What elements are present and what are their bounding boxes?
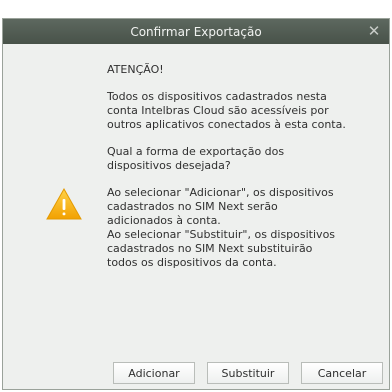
info-line: adicionados à conta. [107,214,221,227]
export-confirm-dialog: Confirmar Exportação ✕ ATENÇÃO! Todos os… [2,18,390,390]
info-line: Ao selecionar "Substituir", os dispositi… [107,228,336,241]
warning-icon [46,188,82,220]
info-line: cadastrados no SIM Next substituirão [107,242,313,255]
dialog-buttons: Adicionar Substituir Cancelar [113,362,383,386]
info-line: cadastrados no SIM Next serão [107,200,278,213]
message-line: outros aplicativos conectados à esta con… [107,118,346,131]
info-line: Ao selecionar "Adicionar", os dispositiv… [107,186,334,199]
dialog-title: Confirmar Exportação [130,24,262,39]
question-line: Qual a forma de exportação dos [107,145,285,158]
question-line: dispositivos desejada? [107,159,231,172]
message-heading: ATENÇÃO! [107,63,164,76]
close-icon[interactable]: ✕ [365,22,383,40]
dialog-message: ATENÇÃO! Todos os dispositivos cadastrad… [107,63,379,270]
cancel-button[interactable]: Cancelar [301,362,383,384]
replace-button[interactable]: Substituir [207,362,289,384]
add-button[interactable]: Adicionar [113,362,195,384]
dialog-titlebar[interactable]: Confirmar Exportação ✕ [3,19,389,44]
info-line: todos os dispositivos da conta. [107,256,277,269]
message-line: Todos os dispositivos cadastrados nesta [107,90,327,103]
message-line: conta Intelbras Cloud são acessíveis por [107,104,329,117]
